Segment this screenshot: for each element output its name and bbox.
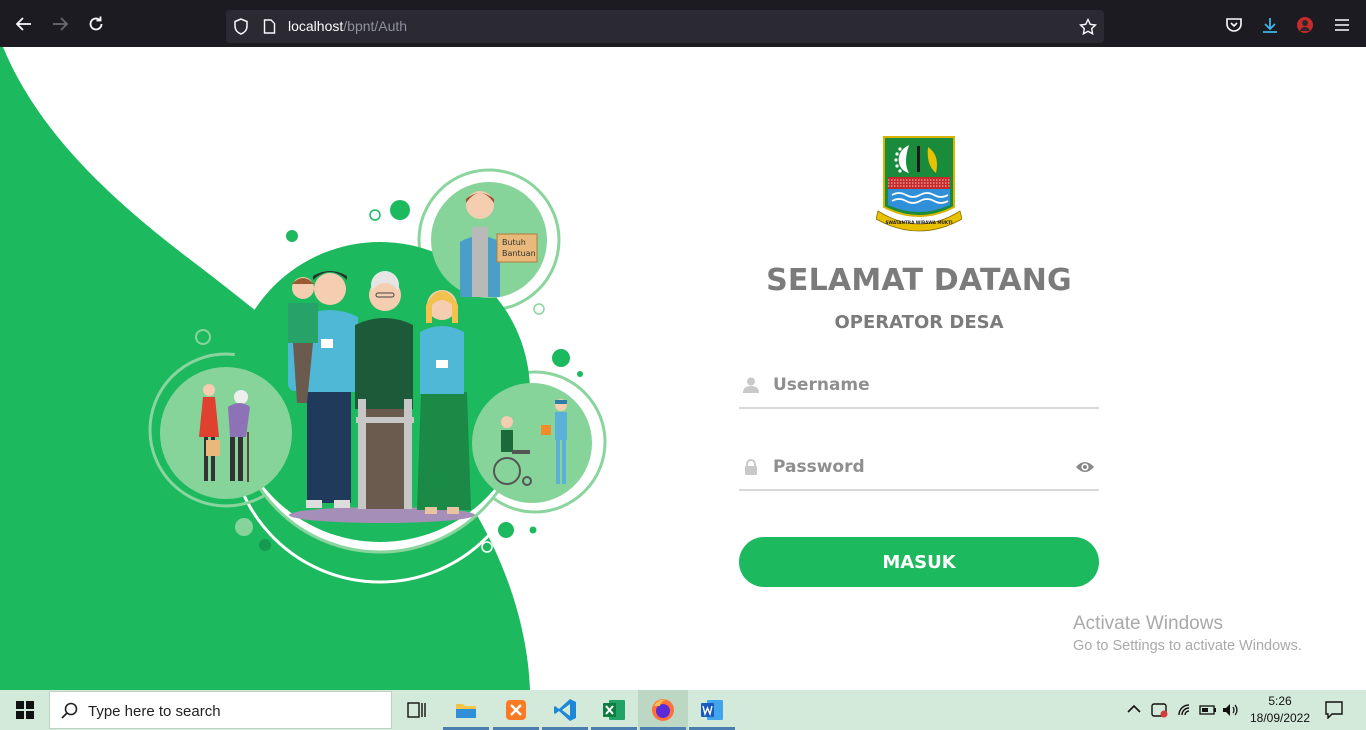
extension-icon[interactable] xyxy=(1296,16,1314,34)
search-placeholder: Type here to search xyxy=(88,703,221,720)
firefox-icon xyxy=(652,699,674,721)
eye-icon[interactable] xyxy=(1075,459,1095,475)
page-icon xyxy=(263,19,276,34)
forward-arrow-icon xyxy=(53,17,69,31)
submit-button[interactable]: MASUK xyxy=(739,537,1099,587)
firefox-button[interactable] xyxy=(638,690,688,730)
password-field xyxy=(739,447,1099,491)
username-input[interactable] xyxy=(773,369,1073,401)
notification-icon[interactable] xyxy=(1325,701,1343,719)
welcome-subtitle: OPERATOR DESA xyxy=(834,312,1004,333)
clock-date: 18/09/2022 xyxy=(1249,711,1311,725)
lock-icon xyxy=(745,459,757,475)
welcome-title: SELAMAT DATANG xyxy=(766,263,1072,298)
search-icon xyxy=(61,702,78,719)
watermark-subtitle: Go to Settings to activate Windows. xyxy=(1073,638,1302,654)
back-arrow-icon xyxy=(15,17,31,31)
login-page: Butuh Bantuan SWATANTRA WIBAWA MUKTI SEL… xyxy=(0,47,1366,690)
reload-icon xyxy=(89,16,103,31)
meet-now-icon[interactable] xyxy=(1151,702,1169,718)
word-button[interactable] xyxy=(687,690,737,730)
battery-icon[interactable] xyxy=(1199,705,1217,715)
reload-button[interactable] xyxy=(83,11,109,37)
start-button[interactable] xyxy=(0,690,50,730)
forward-button[interactable] xyxy=(47,11,73,37)
xampp-icon xyxy=(506,700,526,720)
sign-text-line-2: Bantuan xyxy=(502,249,536,258)
address-bar[interactable]: localhost/bpnt/Auth xyxy=(226,10,1104,43)
logo-motto-text: SWATANTRA WIBAWA MUKTI xyxy=(885,220,953,225)
activate-windows-watermark: Activate Windows Go to Settings to activ… xyxy=(1073,613,1302,654)
wifi-icon[interactable] xyxy=(1177,703,1193,717)
taskbar-search[interactable]: Type here to search xyxy=(49,691,392,729)
browser-toolbar: localhost/bpnt/Auth xyxy=(0,0,1366,47)
vscode-button[interactable] xyxy=(540,690,590,730)
menu-icon[interactable] xyxy=(1334,18,1350,32)
regency-logo: SWATANTRA WIBAWA MUKTI xyxy=(876,136,962,232)
password-input[interactable] xyxy=(773,451,1073,483)
excel-button[interactable] xyxy=(589,690,639,730)
pocket-icon[interactable] xyxy=(1225,17,1243,33)
task-view-icon xyxy=(407,702,426,718)
windows-logo-icon xyxy=(16,701,34,719)
url-path: /bpnt/Auth xyxy=(343,18,408,34)
word-icon xyxy=(701,700,723,720)
sign-text-line-1: Butuh xyxy=(502,238,526,247)
username-field xyxy=(739,365,1099,409)
user-icon xyxy=(743,377,759,393)
back-button[interactable] xyxy=(11,11,37,37)
watermark-title: Activate Windows xyxy=(1073,613,1223,634)
xampp-button[interactable] xyxy=(491,690,541,730)
shield-icon xyxy=(234,18,248,35)
file-explorer-button[interactable] xyxy=(441,690,491,730)
vscode-icon xyxy=(554,699,576,721)
bookmark-star-icon[interactable] xyxy=(1079,18,1097,36)
clock-time: 5:26 xyxy=(1268,694,1292,708)
windows-taskbar: Type here to search 5:26 18/09/2022 xyxy=(0,690,1366,730)
task-view-button[interactable] xyxy=(392,690,442,730)
illustration-panel: Butuh Bantuan xyxy=(0,47,607,690)
url-text: localhost/bpnt/Auth xyxy=(288,18,407,34)
chevron-up-icon[interactable] xyxy=(1127,704,1141,714)
system-clock[interactable]: 5:26 18/09/2022 xyxy=(1245,693,1315,727)
folder-icon xyxy=(456,704,476,718)
download-icon[interactable] xyxy=(1261,16,1279,34)
url-host: localhost xyxy=(288,18,344,34)
excel-icon xyxy=(603,700,625,720)
volume-icon[interactable] xyxy=(1222,703,1238,717)
